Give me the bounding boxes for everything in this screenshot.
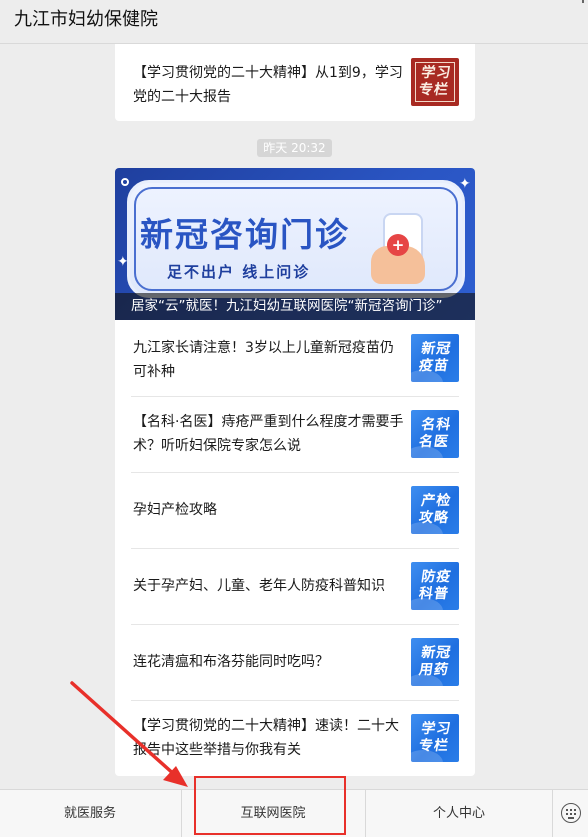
thumb-label: 专栏 — [417, 738, 450, 754]
thumb-label: 产检 — [420, 493, 453, 509]
thumb-label: 疫苗 — [417, 358, 450, 374]
article-item[interactable]: 【名科·名医】痔疮严重到什么程度才需要手术？听听妇保院专家怎么说 名科 名医 — [115, 396, 475, 472]
article-item[interactable]: 关于孕产妇、儿童、老年人防疫科普知识 防疫 科普 — [115, 548, 475, 624]
article-title: 【学习贯彻党的二十大精神】速读！二十大报告中这些举措与你我有关 — [133, 718, 399, 758]
medication-thumbnail: 新冠 用药 — [411, 638, 459, 686]
divider — [131, 624, 459, 625]
article-title: 关于孕产妇、儿童、老年人防疫科普知识 — [133, 578, 385, 594]
vaccine-thumbnail: 新冠 疫苗 — [411, 334, 459, 382]
page-title: 九江市妇幼保健院 — [14, 9, 158, 30]
divider — [131, 548, 459, 549]
banner-subline: 足不出户 线上问诊 — [167, 263, 311, 281]
divider — [181, 790, 182, 837]
thumb-label: 名科 — [420, 417, 453, 433]
divider — [552, 790, 553, 837]
article-item[interactable]: 连花清瘟和布洛芬能同时吃吗？ 新冠 用药 — [115, 624, 475, 700]
message-timestamp: 昨天 20:32 — [257, 139, 332, 157]
divider — [131, 472, 459, 473]
article-title: 九江家长请注意！3岁以上儿童新冠疫苗仍可补种 — [133, 340, 394, 380]
top-bar: 九江市妇幼保健院 — [0, 0, 588, 44]
thumb-label: 防疫 — [420, 569, 453, 585]
thumb-label: 新冠 — [420, 341, 453, 357]
article-title: 孕妇产检攻略 — [133, 502, 217, 518]
thumb-label: 名医 — [417, 434, 450, 450]
highlight-box — [194, 776, 346, 835]
featured-article-banner[interactable]: ✦ ✦ 新冠咨询门诊 足不出户 线上问诊 + 居家“云”就医！九江妇幼互联网医院… — [115, 168, 475, 320]
menu-medical-services[interactable]: 就医服务 — [0, 790, 180, 837]
menu-personal-center[interactable]: 个人中心 — [366, 790, 552, 837]
article-item[interactable]: 【学习贯彻党的二十大精神】速读！二十大报告中这些举措与你我有关 学习 专栏 — [115, 700, 475, 776]
thumb-label: 专栏 — [417, 82, 450, 98]
keyboard-icon[interactable] — [561, 803, 581, 823]
thumb-label: 用药 — [417, 662, 450, 678]
study-thumbnail: 学习 专栏 — [411, 714, 459, 762]
medical-cross-icon: + — [387, 234, 409, 256]
article-card[interactable]: 【学习贯彻党的二十大精神】从1到9，学习党的二十大报告 学习 专栏 — [115, 44, 475, 121]
banner-headline: 新冠咨询门诊 — [140, 215, 350, 254]
multi-article-card: ✦ ✦ 新冠咨询门诊 足不出户 线上问诊 + 居家“云”就医！九江妇幼互联网医院… — [115, 168, 475, 776]
thumb-label: 新冠 — [420, 645, 453, 661]
thumb-label: 学习 — [420, 65, 453, 81]
famous-dept-thumbnail: 名科 名医 — [411, 410, 459, 458]
study-column-thumbnail: 学习 专栏 — [411, 58, 459, 106]
top-right-mark — [582, 0, 584, 3]
thumb-label: 科普 — [417, 586, 450, 602]
article-title: 【名科·名医】痔疮严重到什么程度才需要手术？听听妇保院专家怎么说 — [133, 414, 404, 454]
article-item[interactable]: 孕妇产检攻略 产检 攻略 — [115, 472, 475, 548]
decor-circle-icon — [121, 178, 129, 186]
thumb-label: 学习 — [420, 721, 453, 737]
divider — [131, 700, 459, 701]
prenatal-thumbnail: 产检 攻略 — [411, 486, 459, 534]
article-item[interactable]: 九江家长请注意！3岁以上儿童新冠疫苗仍可补种 新冠 疫苗 — [115, 320, 475, 396]
article-title: 连花清瘟和布洛芬能同时吃吗？ — [133, 654, 329, 670]
thumb-label: 攻略 — [417, 510, 450, 526]
divider — [131, 396, 459, 397]
banner-caption: 居家“云”就医！九江妇幼互联网医院“新冠咨询门诊” — [115, 293, 475, 320]
epidemic-thumbnail: 防疫 科普 — [411, 562, 459, 610]
article-title: 【学习贯彻党的二十大精神】从1到9，学习党的二十大报告 — [133, 65, 403, 105]
